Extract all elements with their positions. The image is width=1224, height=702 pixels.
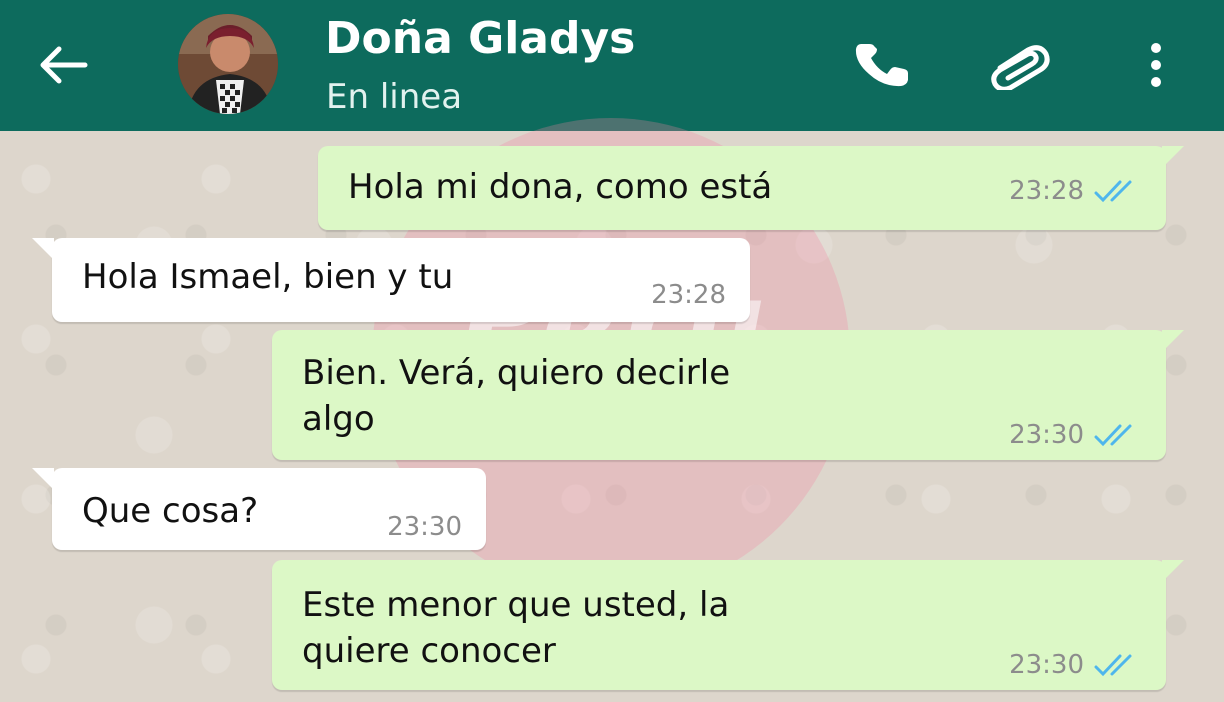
contact-avatar[interactable] — [158, 14, 298, 114]
message-time: 23:30 — [387, 512, 462, 542]
attach-button[interactable] — [980, 35, 1058, 95]
message-time: 23:28 — [651, 280, 726, 310]
double-check-icon — [1094, 653, 1142, 677]
back-arrow-icon — [40, 46, 88, 84]
phone-icon — [855, 44, 908, 87]
message-text: Este menor que usted, la quiere conocer — [302, 585, 730, 671]
avatar-photo — [178, 14, 278, 114]
outgoing-message[interactable]: Este menor que usted, la quiere conocer … — [272, 560, 1184, 690]
paperclip-icon — [991, 45, 1050, 90]
message-meta: 23:30 — [1009, 412, 1142, 458]
message-time: 23:28 — [1009, 176, 1084, 206]
incoming-message[interactable]: Que cosa? 23:30 — [32, 468, 486, 550]
message-meta: 23:28 — [651, 272, 726, 318]
avatar — [178, 14, 278, 114]
more-vertical-icon — [1151, 43, 1161, 87]
message-text: Hola mi dona, como está — [348, 167, 773, 207]
call-button[interactable] — [848, 35, 918, 95]
message-text: Hola Ismael, bien y tu — [82, 257, 454, 297]
message-meta: 23:30 — [387, 504, 462, 550]
incoming-message[interactable]: Hola Ismael, bien y tu 23:28 — [32, 238, 750, 322]
message-time: 23:30 — [1009, 650, 1084, 680]
back-button[interactable] — [30, 38, 96, 92]
message-meta: 23:28 — [1009, 168, 1142, 214]
double-check-icon — [1094, 423, 1142, 447]
message-time: 23:30 — [1009, 420, 1084, 450]
message-text: Que cosa? — [82, 491, 259, 531]
message-text: Bien. Verá, quiero decirle algo — [302, 353, 731, 439]
message-meta: 23:30 — [1009, 642, 1142, 688]
double-check-icon — [1094, 179, 1142, 203]
chat-header: Doña Gladys En linea — [0, 0, 1224, 131]
outgoing-message[interactable]: Hola mi dona, como está 23:28 — [318, 146, 1184, 230]
menu-button[interactable] — [1134, 35, 1178, 95]
contact-status: En linea — [326, 77, 463, 117]
contact-name[interactable]: Doña Gladys — [325, 12, 635, 66]
outgoing-message[interactable]: Bien. Verá, quiero decirle algo 23:30 — [272, 330, 1184, 460]
